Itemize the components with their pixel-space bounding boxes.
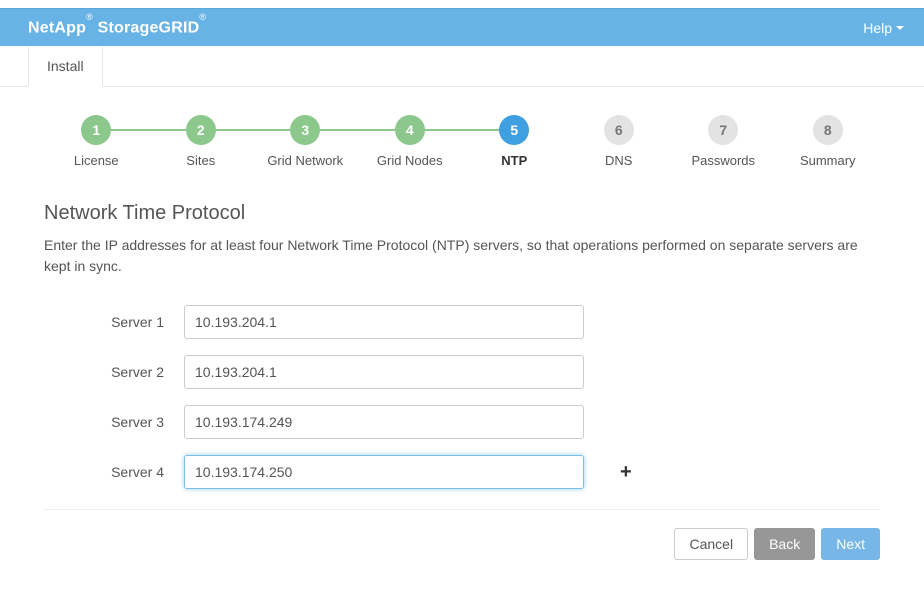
server-input-1[interactable] — [184, 305, 584, 339]
step-label: Grid Network — [267, 153, 343, 168]
step-grid-nodes[interactable]: 4 Grid Nodes — [358, 115, 463, 168]
step-label: Passwords — [691, 153, 755, 168]
server-label: Server 4 — [44, 464, 184, 480]
step-number: 6 — [604, 115, 634, 145]
tab-install[interactable]: Install — [28, 46, 103, 87]
step-sites[interactable]: 2 Sites — [149, 115, 254, 168]
step-label: License — [74, 153, 119, 168]
chevron-down-icon — [896, 26, 904, 30]
step-number: 3 — [290, 115, 320, 145]
step-label: NTP — [501, 153, 527, 168]
server-label: Server 1 — [44, 314, 184, 330]
cancel-button[interactable]: Cancel — [674, 528, 748, 560]
back-button[interactable]: Back — [754, 528, 815, 560]
step-summary[interactable]: 8 Summary — [776, 115, 881, 168]
step-number: 2 — [186, 115, 216, 145]
divider — [44, 509, 880, 510]
server-label: Server 3 — [44, 414, 184, 430]
footer-buttons: Cancel Back Next — [44, 528, 880, 560]
main-content: 1 License 2 Sites 3 Grid Network 4 Grid Nodes 5 N… — [0, 87, 924, 580]
next-button[interactable]: Next — [821, 528, 880, 560]
reg-mark: ® — [86, 12, 93, 22]
top-bar: NetApp® StorageGRID® Help — [0, 8, 924, 46]
step-label: Sites — [186, 153, 215, 168]
stepper: 1 License 2 Sites 3 Grid Network 4 Grid Nodes 5 N… — [44, 115, 880, 168]
server-row: Server 4 + — [44, 455, 880, 489]
step-grid-network[interactable]: 3 Grid Network — [253, 115, 358, 168]
page-title: Network Time Protocol — [44, 202, 880, 225]
ntp-form: Server 1 Server 2 Server 3 Server 4 + — [44, 305, 880, 489]
server-row: Server 3 — [44, 405, 880, 439]
step-ntp[interactable]: 5 NTP — [462, 115, 567, 168]
step-number: 1 — [81, 115, 111, 145]
step-label: Grid Nodes — [377, 153, 443, 168]
step-label: DNS — [605, 153, 632, 168]
step-license[interactable]: 1 License — [44, 115, 149, 168]
reg-mark-2: ® — [199, 12, 206, 22]
brand: NetApp® StorageGRID® — [28, 18, 206, 37]
tab-bar: Install — [0, 46, 924, 87]
step-number: 8 — [813, 115, 843, 145]
step-number: 4 — [395, 115, 425, 145]
server-label: Server 2 — [44, 364, 184, 380]
add-server-icon[interactable]: + — [620, 462, 632, 482]
step-number: 5 — [499, 115, 529, 145]
help-menu[interactable]: Help — [863, 20, 904, 36]
brand-storagegrid: StorageGRID — [93, 19, 199, 36]
help-label: Help — [863, 20, 892, 36]
server-row: Server 2 — [44, 355, 880, 389]
server-input-3[interactable] — [184, 405, 584, 439]
server-input-2[interactable] — [184, 355, 584, 389]
step-dns[interactable]: 6 DNS — [567, 115, 672, 168]
step-label: Summary — [800, 153, 856, 168]
server-row: Server 1 — [44, 305, 880, 339]
step-number: 7 — [708, 115, 738, 145]
step-passwords[interactable]: 7 Passwords — [671, 115, 776, 168]
page-description: Enter the IP addresses for at least four… — [44, 235, 880, 277]
server-input-4[interactable] — [184, 455, 584, 489]
brand-netapp: NetApp — [28, 19, 86, 36]
